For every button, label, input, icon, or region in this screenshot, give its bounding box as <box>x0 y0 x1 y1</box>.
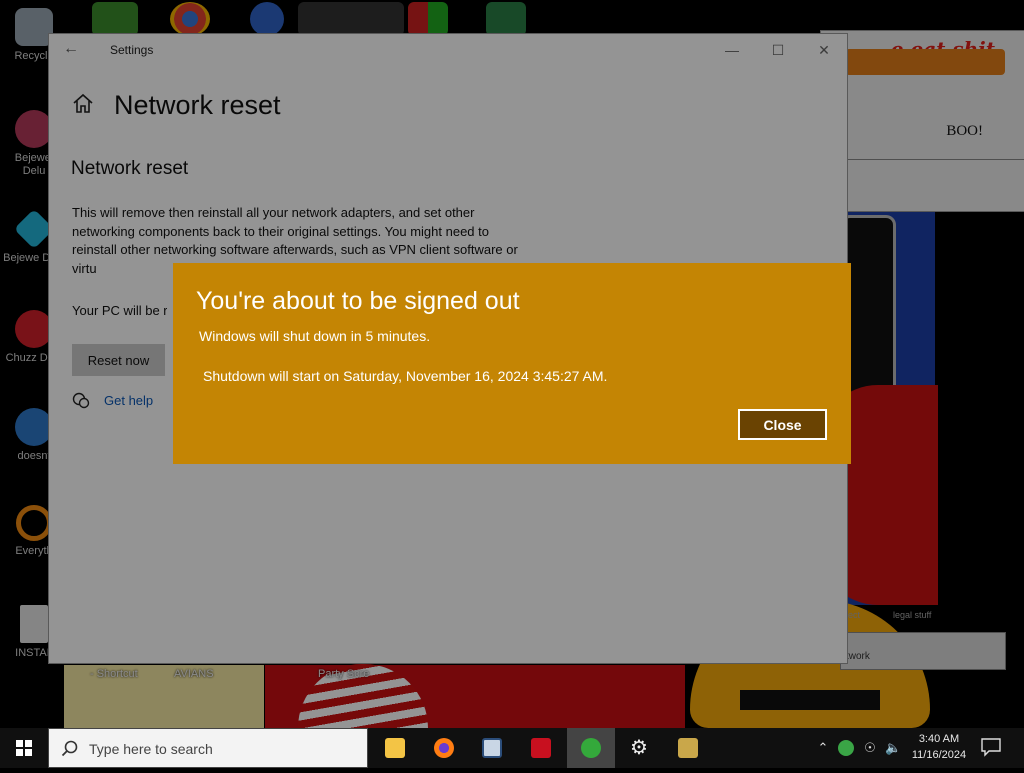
green-frog-icon <box>581 738 601 758</box>
dialog-close-button[interactable]: Close <box>738 409 827 440</box>
shutdown-dialog: You're about to be signed out Windows wi… <box>173 263 851 464</box>
flash-icon <box>531 738 551 758</box>
gear-icon: ⚙ <box>630 737 648 759</box>
taskbar-settings[interactable]: ⚙ <box>615 728 663 768</box>
taskbar-keys-app[interactable] <box>664 728 712 768</box>
taskbar-search-box[interactable]: Type here to search <box>48 728 368 768</box>
folder-icon <box>385 738 405 758</box>
desktop: Recycle Bejewel Delu Bejewe Delu Chuzz D… <box>0 0 1024 728</box>
app-window-icon <box>482 738 502 758</box>
taskbar-green-app[interactable] <box>567 728 615 768</box>
shutdown-countdown-text: Windows will shut down in 5 minutes. <box>199 328 431 344</box>
globe-icon[interactable]: ☉ <box>862 740 878 756</box>
taskbar-app-window[interactable] <box>468 728 516 768</box>
dialog-title: You're about to be signed out <box>196 287 520 315</box>
speaker-icon[interactable]: 🔈 <box>885 740 901 756</box>
keys-icon <box>678 738 698 758</box>
taskbar-firefox[interactable] <box>420 728 468 768</box>
chevron-up-icon[interactable]: ⌃ <box>815 740 831 756</box>
windows-logo-icon <box>16 740 32 756</box>
search-icon <box>61 740 78 757</box>
start-button[interactable] <box>0 728 48 768</box>
taskbar-file-explorer[interactable] <box>371 728 419 768</box>
taskbar: Type here to search ⚙ ⌃ ☉ 🔈 3:40 AM 11/1… <box>0 728 1024 768</box>
clock-time: 3:40 AM <box>918 733 960 745</box>
taskbar-flash-player[interactable] <box>517 728 565 768</box>
taskbar-clock[interactable]: 3:40 AM 11/16/2024 <box>902 731 976 763</box>
notification-icon[interactable] <box>980 737 1002 757</box>
search-placeholder: Type here to search <box>89 741 213 757</box>
firefox-icon <box>434 738 454 758</box>
tray-app-icon[interactable] <box>838 740 854 756</box>
shutdown-time-text: Shutdown will start on Saturday, Novembe… <box>203 368 608 384</box>
clock-date: 11/16/2024 <box>911 749 967 761</box>
